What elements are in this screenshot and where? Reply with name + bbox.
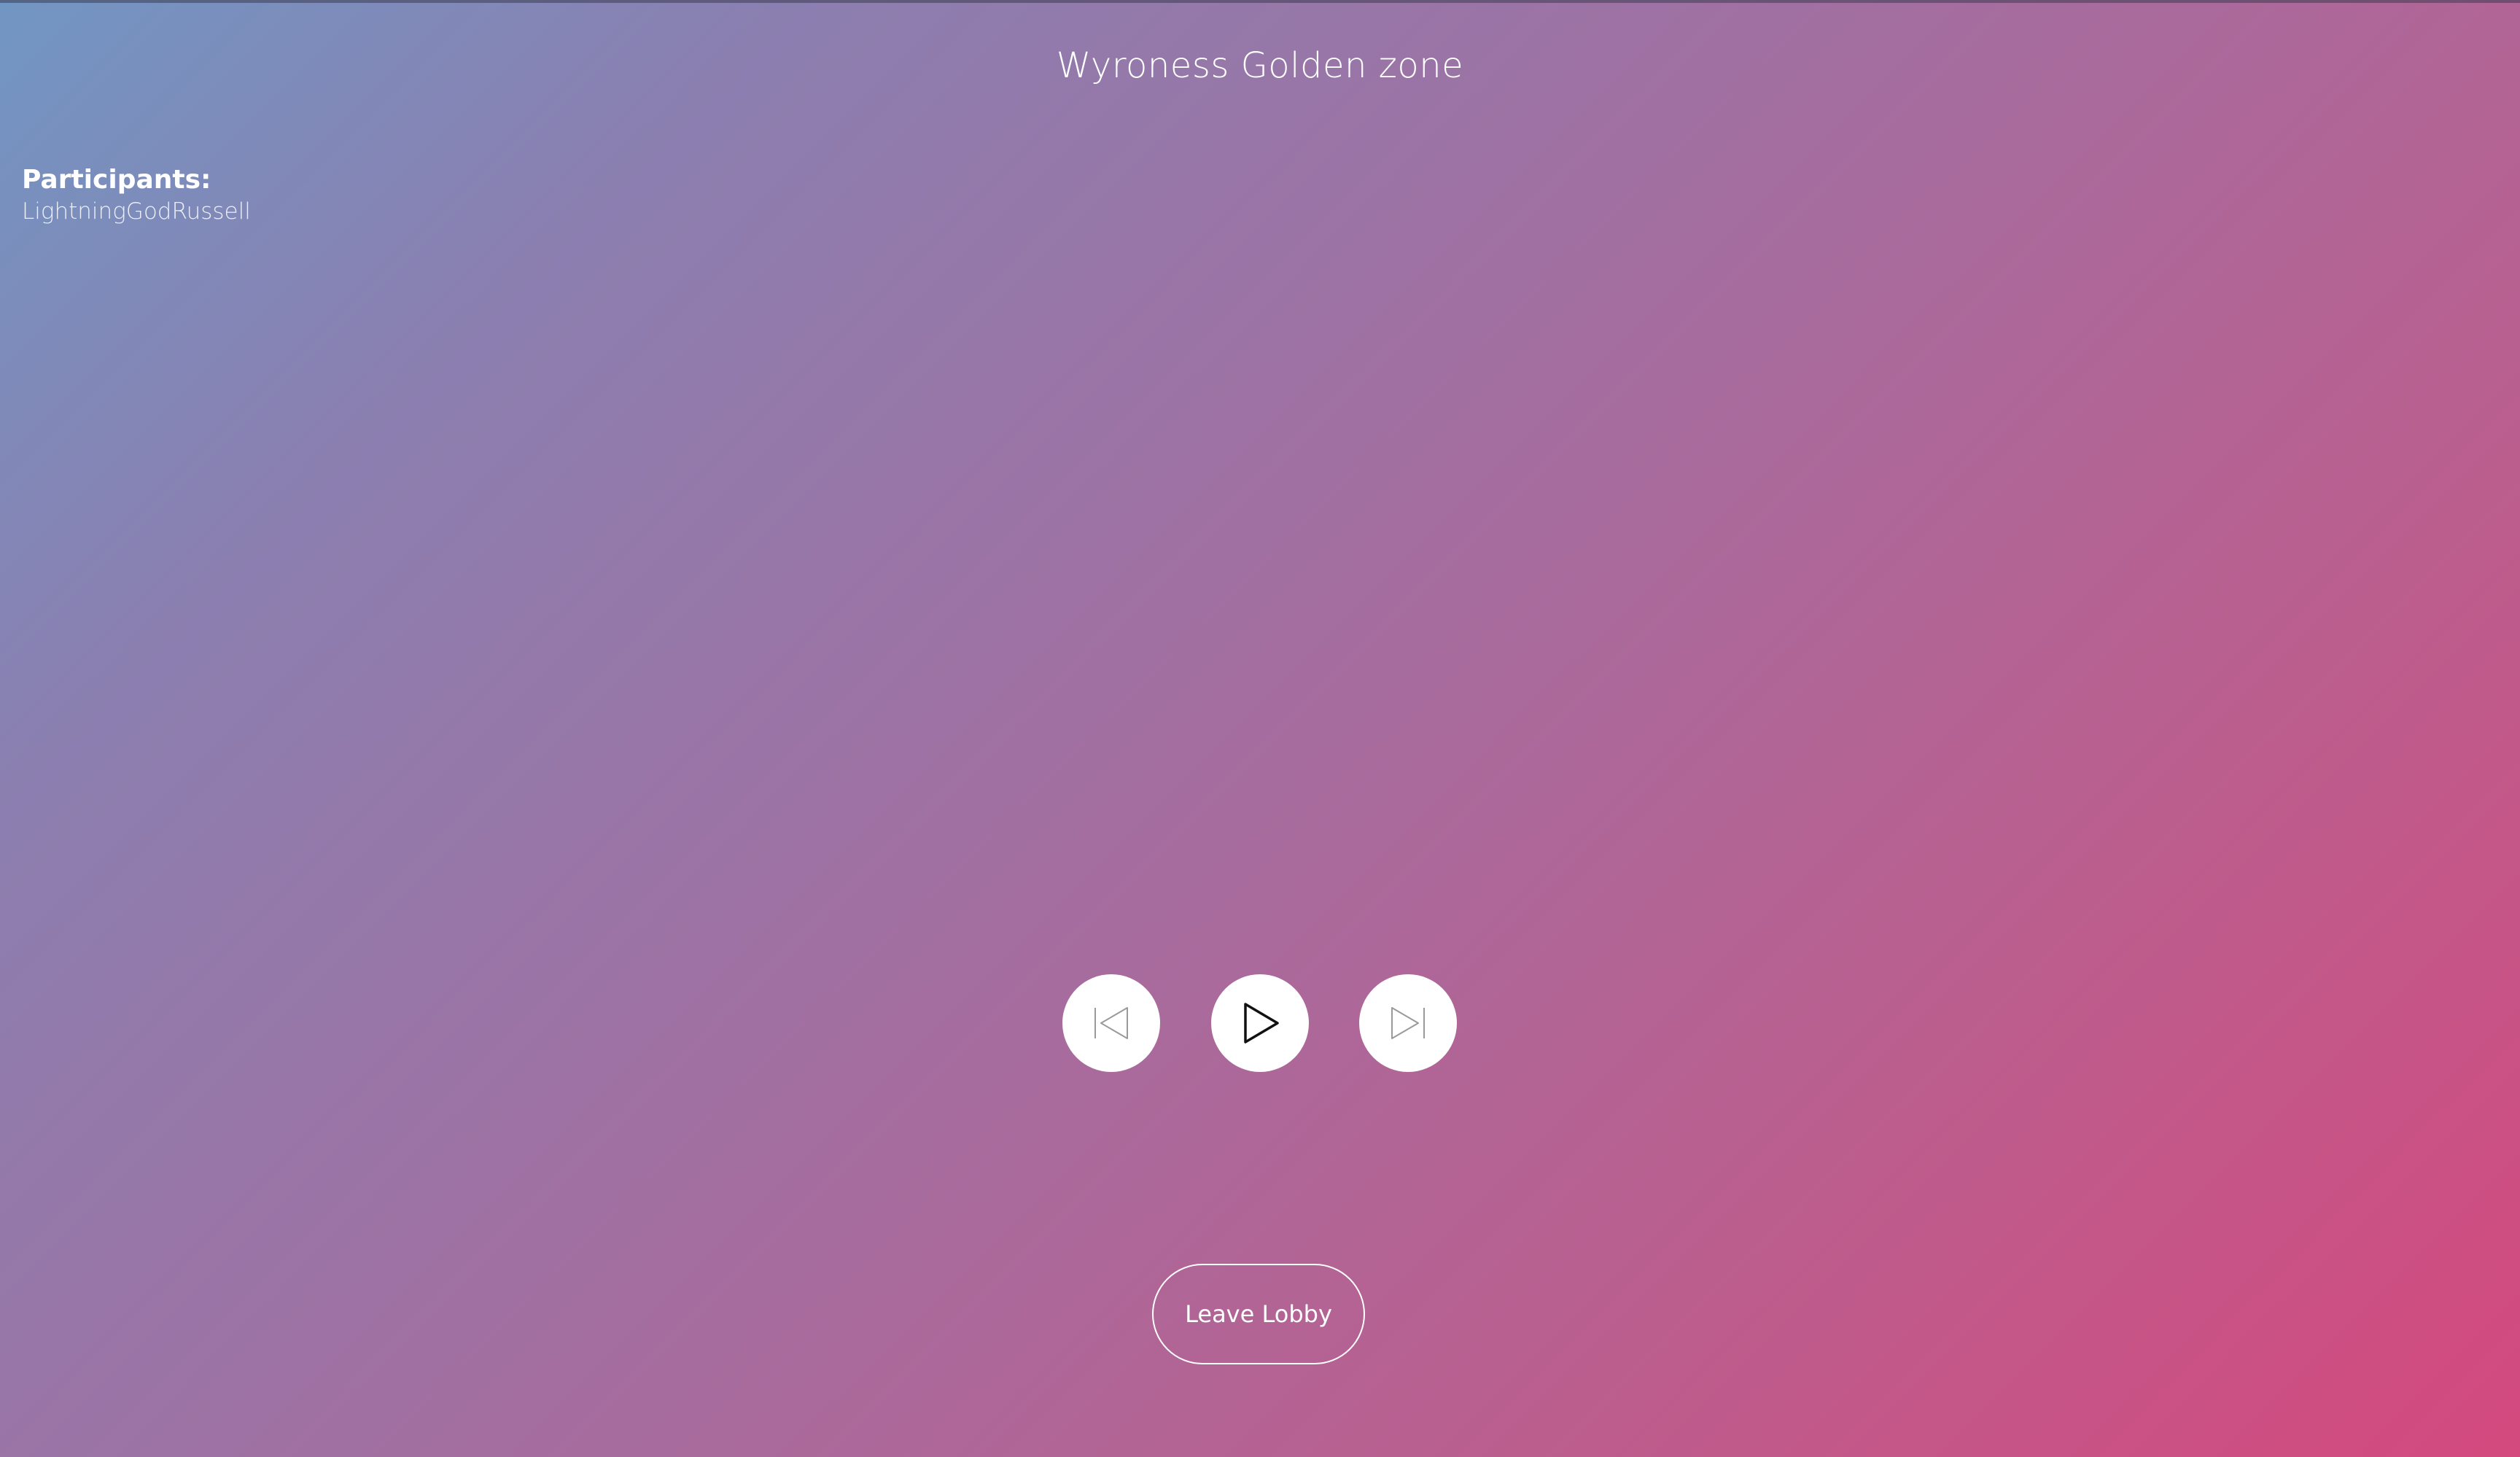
- participants-panel: Participants: LightningGodRussell: [22, 162, 251, 225]
- skip-next-icon: [1391, 1007, 1425, 1039]
- previous-track-button[interactable]: [1062, 974, 1160, 1072]
- participants-heading: Participants:: [22, 165, 211, 195]
- play-icon: [1244, 1003, 1279, 1044]
- lobby-title: Wyroness Golden zone: [1056, 45, 1464, 86]
- participant-name: LightningGodRussell: [22, 198, 251, 225]
- skip-previous-icon: [1094, 1007, 1128, 1039]
- play-button[interactable]: [1211, 974, 1309, 1072]
- background-gradient: [0, 0, 2520, 1457]
- playback-controls: [0, 974, 2520, 1072]
- window-top-edge: [0, 0, 2520, 3]
- next-track-button[interactable]: [1359, 974, 1457, 1072]
- leave-lobby-button[interactable]: Leave Lobby: [1152, 1264, 1365, 1364]
